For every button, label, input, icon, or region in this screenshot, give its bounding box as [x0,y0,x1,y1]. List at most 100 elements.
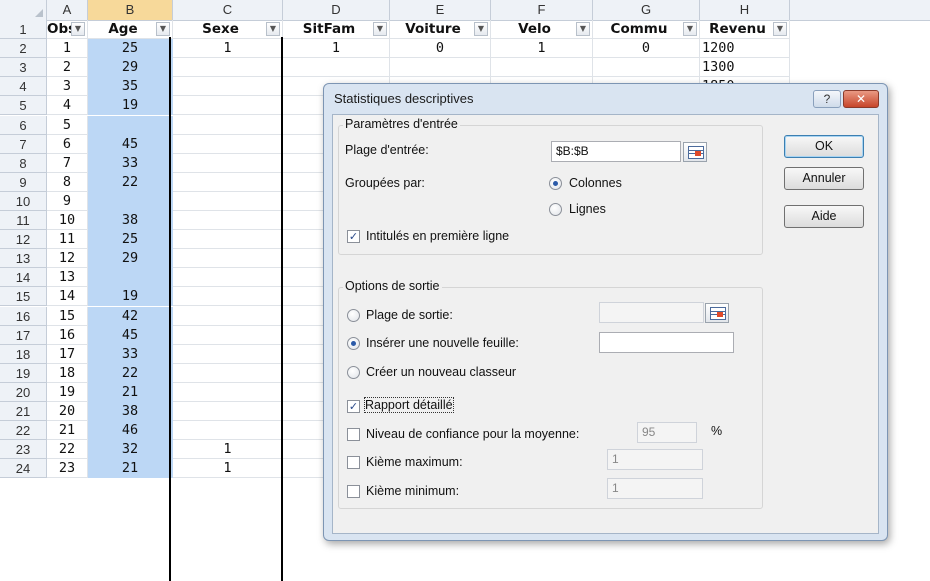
data-cell[interactable]: 21 [88,459,173,479]
data-cell[interactable]: 2 [47,58,88,78]
data-cell[interactable]: 1 [173,459,283,479]
data-cell[interactable]: 29 [88,58,173,78]
data-cell[interactable] [390,58,491,78]
data-cell[interactable] [173,249,283,269]
confidence-level-field[interactable]: 95 [637,422,697,443]
data-cell[interactable]: 9 [47,191,88,211]
header-cell[interactable]: Commu ▼ [593,20,700,39]
data-cell[interactable]: 19 [88,287,173,307]
row-header[interactable]: 12 [0,230,47,250]
data-cell[interactable]: 3 [47,77,88,97]
data-cell[interactable]: 18 [47,363,88,383]
row-header[interactable]: 17 [0,325,47,345]
data-cell[interactable] [173,363,283,383]
row-header[interactable]: 15 [0,287,47,307]
data-cell[interactable] [173,230,283,250]
row-header[interactable]: 3 [0,58,47,78]
filter-dropdown-icon[interactable]: ▼ [576,22,590,36]
dialog-titlebar[interactable]: Statistiques descriptives ? ✕ [324,84,887,114]
data-cell[interactable] [88,191,173,211]
data-cell[interactable]: 13 [47,268,88,288]
input-range-collapse-button[interactable] [683,142,707,162]
data-cell[interactable]: 38 [88,402,173,421]
kth-smallest-label[interactable]: Kième minimum: [366,484,459,498]
row-header[interactable]: 9 [0,172,47,192]
header-cell[interactable]: Revenu ▼ [700,20,790,39]
data-cell[interactable]: 33 [88,153,173,173]
data-cell[interactable]: 6 [47,134,88,154]
filter-dropdown-icon[interactable]: ▼ [266,22,280,36]
data-cell[interactable] [173,421,283,441]
column-header-e[interactable]: E [390,0,491,20]
new-sheet-radio[interactable] [347,337,360,350]
summary-statistics-label[interactable]: Rapport détaillé [364,397,454,413]
row-header[interactable]: 7 [0,134,47,154]
data-cell[interactable]: 42 [88,306,173,326]
output-range-collapse-button[interactable] [705,303,729,323]
data-cell[interactable]: 45 [88,325,173,345]
data-cell[interactable] [173,191,283,211]
kth-largest-label[interactable]: Kième maximum: [366,455,463,469]
row-header[interactable]: 14 [0,268,47,288]
row-header[interactable]: 11 [0,211,47,230]
data-cell[interactable]: 22 [88,172,173,192]
data-cell[interactable]: 8 [47,172,88,192]
kth-largest-checkbox[interactable] [347,456,360,469]
data-cell[interactable]: 5 [47,115,88,135]
header-cell[interactable]: Sexe ▼ [173,20,283,39]
data-cell[interactable]: 21 [47,421,88,441]
row-header[interactable]: 1 [0,20,47,39]
filter-dropdown-icon[interactable]: ▼ [683,22,697,36]
data-cell[interactable] [173,58,283,78]
data-cell[interactable] [173,96,283,116]
data-cell[interactable] [88,115,173,135]
data-cell[interactable] [173,306,283,326]
new-sheet-name-field[interactable] [599,332,734,353]
ok-button[interactable]: OK [784,135,864,158]
grouped-rows-label[interactable]: Lignes [569,202,606,216]
data-cell[interactable]: 21 [88,382,173,402]
data-cell[interactable] [593,58,700,78]
data-cell[interactable]: 16 [47,325,88,345]
output-range-field[interactable] [599,302,704,323]
row-header[interactable]: 6 [0,115,47,135]
data-cell[interactable]: 1200 [700,39,790,59]
confidence-level-checkbox[interactable] [347,428,360,441]
kth-smallest-checkbox[interactable] [347,485,360,498]
data-cell[interactable] [173,211,283,230]
data-cell[interactable] [173,402,283,421]
filter-dropdown-icon[interactable]: ▼ [373,22,387,36]
input-range-field[interactable]: $B:$B [551,141,681,162]
data-cell[interactable] [491,58,593,78]
data-cell[interactable]: 7 [47,153,88,173]
row-header[interactable]: 20 [0,382,47,402]
column-header-b[interactable]: B [88,0,173,20]
data-cell[interactable]: 29 [88,249,173,269]
titlebar-close-button[interactable]: ✕ [843,90,879,108]
header-cell[interactable]: Age ▼ [88,20,173,39]
row-header[interactable]: 4 [0,77,47,97]
confidence-level-label[interactable]: Niveau de confiance pour la moyenne: [366,427,579,441]
data-cell[interactable]: 11 [47,230,88,250]
column-header-c[interactable]: C [173,0,283,20]
filter-dropdown-icon[interactable]: ▼ [156,22,170,36]
row-header[interactable]: 21 [0,402,47,421]
labels-first-row-checkbox[interactable]: ✓ [347,230,360,243]
data-cell[interactable] [173,382,283,402]
data-cell[interactable] [173,172,283,192]
data-cell[interactable]: 22 [47,440,88,460]
row-header[interactable]: 10 [0,191,47,211]
row-header[interactable]: 19 [0,363,47,383]
row-header[interactable]: 13 [0,249,47,269]
kth-largest-field[interactable]: 1 [607,449,703,470]
row-header[interactable]: 5 [0,96,47,116]
data-cell[interactable]: 1 [47,39,88,59]
header-cell[interactable]: Obs ▼ [47,20,88,39]
filter-dropdown-icon[interactable]: ▼ [773,22,787,36]
labels-first-row-label[interactable]: Intitulés en première ligne [366,229,509,243]
select-all-corner[interactable] [0,0,47,20]
data-cell[interactable]: 1 [283,39,390,59]
data-cell[interactable]: 45 [88,134,173,154]
data-cell[interactable]: 1300 [700,58,790,78]
output-range-radio[interactable] [347,309,360,322]
